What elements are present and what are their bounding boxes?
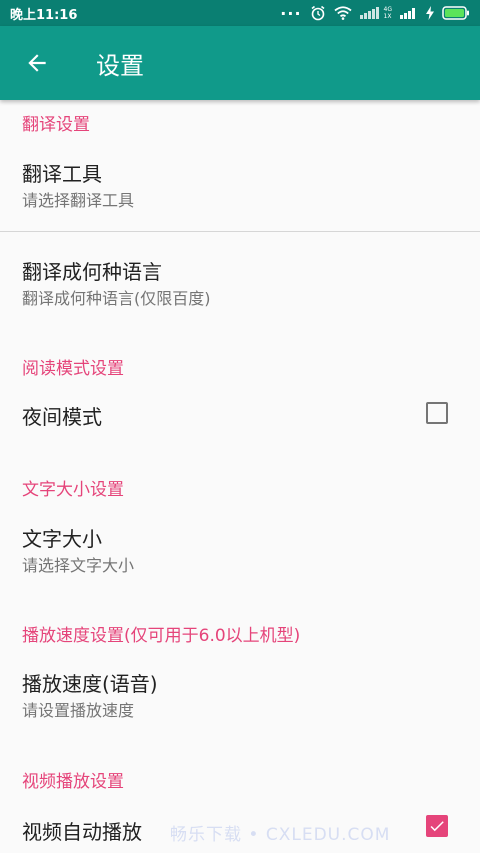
status-bar: 晚上11:16 ... 4G 1X xyxy=(0,0,480,26)
section-header-translate: 翻译设置 xyxy=(22,115,90,135)
app-bar: 设置 xyxy=(0,26,480,100)
check-icon xyxy=(430,821,444,832)
settings-list[interactable]: 翻译设置 翻译工具 请选择翻译工具 翻译成何种语言 翻译成何种语言(仅限百度) … xyxy=(0,100,480,853)
arrow-left-icon xyxy=(28,54,46,72)
alarm-clock-icon xyxy=(310,5,326,21)
network-type: 4G 1X xyxy=(383,6,392,20)
section-header-reading: 阅读模式设置 xyxy=(22,359,124,379)
video-autoplay-checkbox[interactable] xyxy=(426,815,448,837)
charging-icon xyxy=(426,6,434,20)
section-header-video: 视频播放设置 xyxy=(22,772,124,792)
signal-icon xyxy=(400,7,418,19)
battery-icon xyxy=(442,6,470,20)
setting-title: 播放速度(语音) xyxy=(22,672,158,696)
setting-title: 视频自动播放 xyxy=(22,820,142,844)
setting-summary: 请选择文字大小 xyxy=(22,556,135,575)
setting-item-video-autoplay[interactable]: 视频自动播放 xyxy=(0,796,480,853)
night-mode-checkbox[interactable] xyxy=(426,402,448,424)
setting-title: 夜间模式 xyxy=(22,405,102,429)
section-header-speed: 播放速度设置(仅可用于6.0以上机型) xyxy=(22,626,301,646)
setting-item-playback-speed[interactable]: 播放速度(语音) 请设置播放速度 xyxy=(0,650,480,740)
setting-summary: 请设置播放速度 xyxy=(22,701,135,720)
status-icons: ... 4G 1X xyxy=(280,0,470,21)
more-dots-icon: ... xyxy=(280,0,302,19)
divider xyxy=(0,231,480,232)
wifi-icon xyxy=(333,6,352,20)
page-title: 设置 xyxy=(96,51,144,80)
setting-title: 文字大小 xyxy=(22,527,102,551)
setting-summary: 请选择翻译工具 xyxy=(22,191,135,210)
setting-item-night-mode[interactable]: 夜间模式 xyxy=(0,382,480,446)
setting-title: 翻译工具 xyxy=(22,162,102,186)
setting-item-target-language[interactable]: 翻译成何种语言 翻译成何种语言(仅限百度) xyxy=(0,240,480,330)
back-button[interactable] xyxy=(0,26,74,100)
status-time: 晚上11:16 xyxy=(10,7,78,23)
section-header-text-size: 文字大小设置 xyxy=(22,480,124,500)
signal-dotted-icon xyxy=(359,7,380,19)
setting-summary: 翻译成何种语言(仅限百度) xyxy=(22,289,211,308)
setting-item-translate-tool[interactable]: 翻译工具 请选择翻译工具 xyxy=(0,140,480,230)
setting-title: 翻译成何种语言 xyxy=(22,260,162,284)
setting-item-text-size[interactable]: 文字大小 请选择文字大小 xyxy=(0,505,480,595)
